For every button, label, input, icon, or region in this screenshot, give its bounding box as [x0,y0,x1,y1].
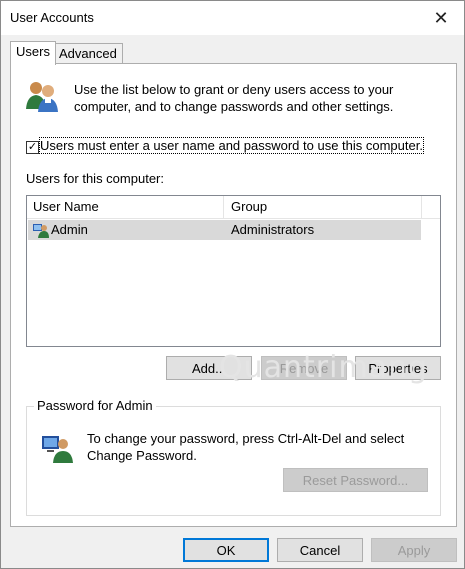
apply-button[interactable]: Apply [371,538,457,562]
password-instructions-line-2: Change Password. [87,448,197,463]
column-divider[interactable] [421,196,422,218]
row-group: Administrators [231,222,315,237]
users-list[interactable]: User Name Group Admin Administrators [26,195,441,347]
ok-button[interactable]: OK [183,538,269,562]
table-row[interactable]: Admin Administrators [28,220,421,240]
cancel-button[interactable]: Cancel [277,538,363,562]
column-header-user-name[interactable]: User Name [27,196,99,218]
users-tab-panel: Use the list below to grant or deny user… [10,63,457,527]
tab-advanced-label: Advanced [59,46,117,61]
cancel-button-label: Cancel [299,543,341,558]
description: Use the list below to grant or deny user… [74,81,393,115]
password-group-legend: Password for Admin [34,398,156,413]
password-groupbox: Password for Admin To change your passwo… [26,398,441,516]
description-line-2: computer, and to change passwords and ot… [74,99,394,114]
user-icon [33,222,49,238]
title-bar: User Accounts ✕ [1,1,464,35]
column-divider[interactable] [223,196,224,218]
tab-users-label: Users [16,44,50,59]
list-header: User Name Group [27,196,440,219]
users-group-icon [24,79,60,115]
require-login-checkbox[interactable]: ✓ [26,141,39,154]
password-instructions: To change your password, press Ctrl-Alt-… [87,430,404,464]
user-accounts-window: User Accounts ✕ Users Advanced Use the l… [0,0,465,569]
tab-users[interactable]: Users [10,41,56,65]
watermark-text: Quantrimang [219,350,429,385]
window-title: User Accounts [10,10,94,25]
description-line-1: Use the list below to grant or deny user… [74,82,394,97]
require-login-label[interactable]: Users must enter a user name and passwor… [39,137,424,154]
reset-password-button-label: Reset Password... [302,473,409,488]
users-for-computer-label: Users for this computer: [26,171,164,186]
apply-button-label: Apply [397,543,431,558]
row-user-name: Admin [51,222,88,237]
tab-advanced[interactable]: Advanced [53,43,123,65]
close-icon[interactable]: ✕ [418,1,464,35]
password-instructions-line-1: To change your password, press Ctrl-Alt-… [87,431,405,446]
reset-password-button[interactable]: Reset Password... [283,468,428,492]
ok-button-label: OK [216,543,236,558]
user-computer-icon [41,431,73,463]
column-header-group[interactable]: Group [225,196,267,218]
